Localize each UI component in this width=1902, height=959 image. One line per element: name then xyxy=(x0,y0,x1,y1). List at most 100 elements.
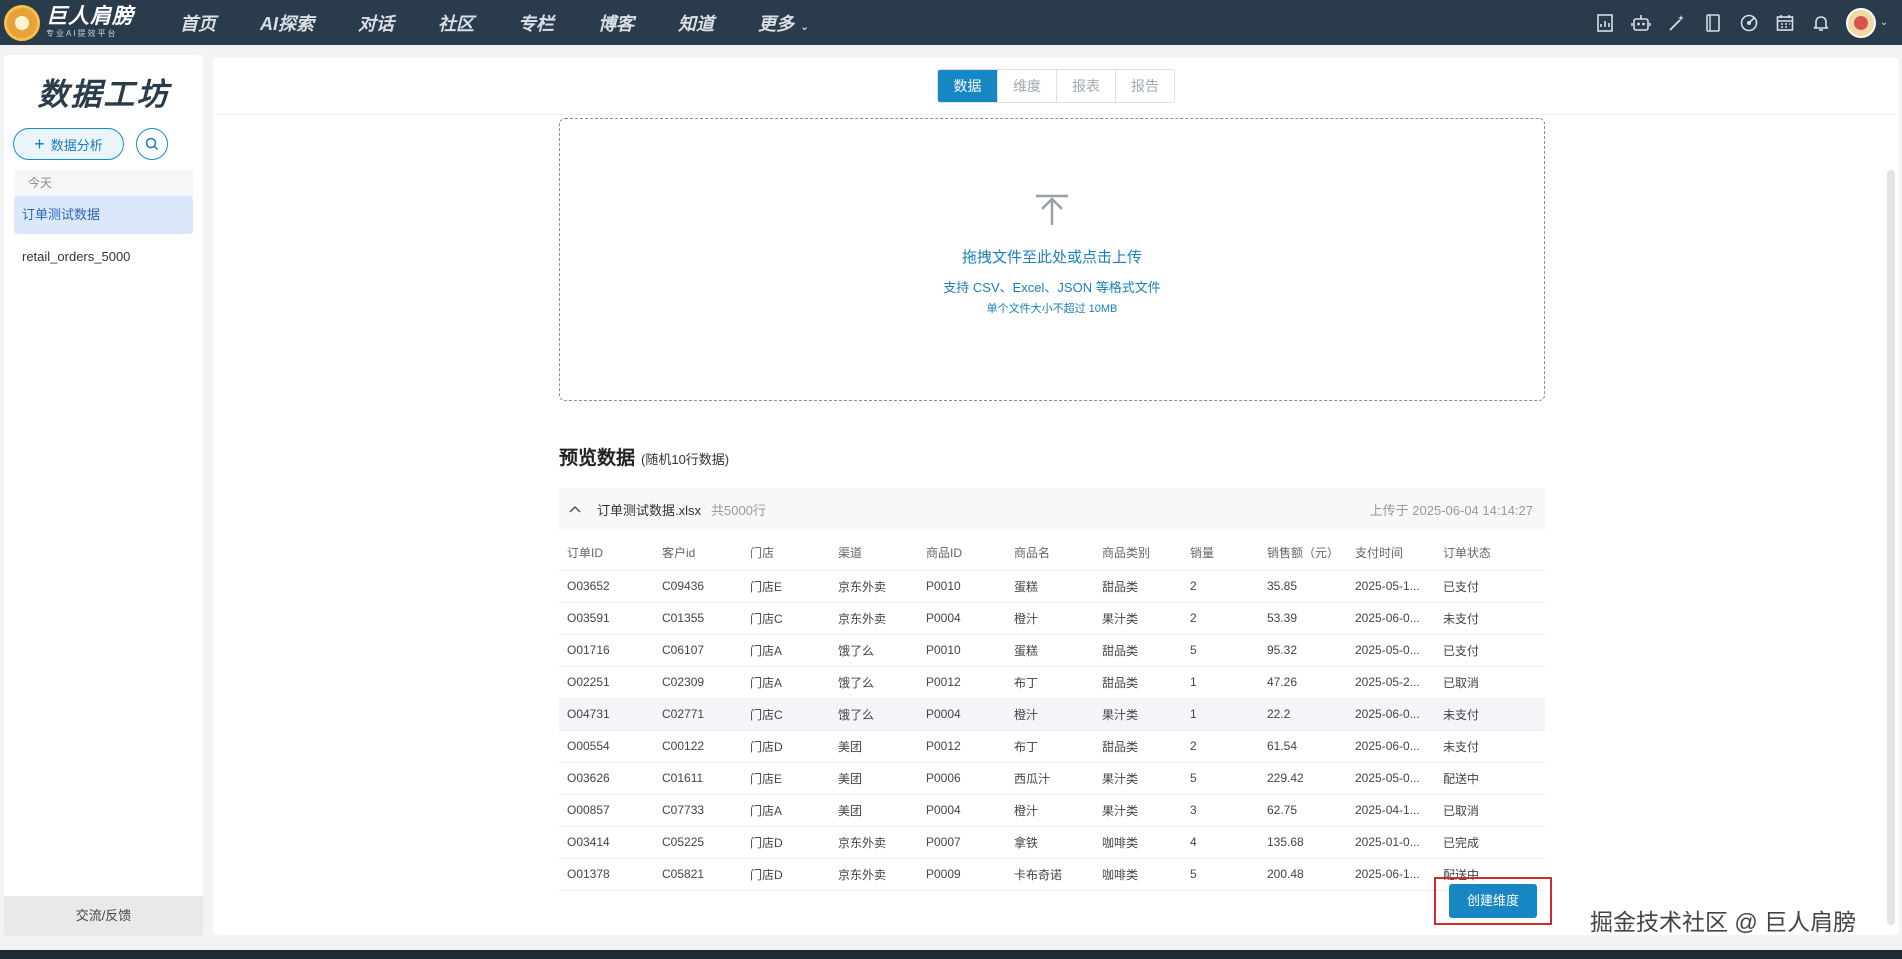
tab-report[interactable]: 报告 xyxy=(1115,70,1174,102)
table-cell: 门店A xyxy=(742,634,830,667)
column-header: 销量 xyxy=(1182,536,1259,571)
bell-icon[interactable] xyxy=(1810,12,1832,34)
table-cell: 3 xyxy=(1182,794,1259,827)
brand-logo[interactable]: 巨人肩膀 专业AI提效平台 xyxy=(0,4,170,41)
table-cell: 橙汁 xyxy=(1006,602,1094,635)
table-row[interactable]: O00554 C00122 门店D 美团 P0012 布丁 甜品类 2 61.54 2025-06… xyxy=(559,730,1545,763)
robot-icon[interactable] xyxy=(1630,12,1652,34)
table-cell: 布丁 xyxy=(1006,666,1094,699)
preview-subtitle: (随机10行数据) xyxy=(641,452,730,467)
table-cell: 甜品类 xyxy=(1094,730,1182,763)
nav-item-6[interactable]: 知道 xyxy=(678,10,714,36)
search-icon xyxy=(145,137,159,151)
table-cell: P0004 xyxy=(918,794,1006,827)
table-cell: 4 xyxy=(1182,826,1259,859)
table-cell: 果汁类 xyxy=(1094,698,1182,731)
table-cell: 西瓜汁 xyxy=(1006,762,1094,795)
nav-item-2[interactable]: 对话 xyxy=(358,10,394,36)
nav-item-more[interactable]: 更多 ⌄ xyxy=(758,10,809,36)
table-cell: P0004 xyxy=(918,602,1006,635)
upload-formats: 支持 CSV、Excel、JSON 等格式文件 xyxy=(943,280,1161,295)
table-cell: 门店D xyxy=(742,730,830,763)
report-icon[interactable] xyxy=(1594,12,1616,34)
table-row[interactable]: O01716 C06107 门店A 饿了么 P0010 蛋糕 甜品类 5 95.32 2025-0… xyxy=(559,634,1545,667)
create-dimension-button[interactable]: 创建维度 xyxy=(1449,884,1537,918)
table-cell: 95.32 xyxy=(1259,634,1347,667)
table-cell: 200.48 xyxy=(1259,858,1347,891)
upload-time: 上传于 2025-06-04 14:14:27 xyxy=(1369,502,1533,518)
file-collapse-header[interactable]: 订单测试数据.xlsx 共5000行 上传于 2025-06-04 14:14:… xyxy=(559,488,1545,530)
table-row[interactable]: O01378 C05821 门店D 京东外卖 P0009 卡布奇诺 咖啡类 5 200.48 20… xyxy=(559,858,1545,891)
table-row[interactable]: O04731 C02771 门店C 饿了么 P0004 橙汁 果汁类 1 22.2 2025-06… xyxy=(559,698,1545,731)
table-cell: 门店E xyxy=(742,762,830,795)
tab-report-table[interactable]: 报表 xyxy=(1056,70,1115,102)
table-cell: O03414 xyxy=(559,826,654,859)
table-row[interactable]: O03626 C01611 门店E 美团 P0006 西瓜汁 果汁类 5 229.42 2025-… xyxy=(559,762,1545,795)
table-cell: 未支付 xyxy=(1435,602,1545,635)
upload-dropzone[interactable]: 拖拽文件至此处或点击上传 支持 CSV、Excel、JSON 等格式文件 单个文… xyxy=(559,118,1545,401)
table-cell: 果汁类 xyxy=(1094,602,1182,635)
table-cell: 蛋糕 xyxy=(1006,634,1094,667)
table-cell: 22.2 xyxy=(1259,698,1347,731)
table-cell: 拿铁 xyxy=(1006,826,1094,859)
tab-data[interactable]: 数据 xyxy=(938,70,997,102)
search-button[interactable] xyxy=(136,128,168,160)
table-cell: O03591 xyxy=(559,602,654,635)
sidebar-item-retail-orders[interactable]: retail_orders_5000 xyxy=(14,238,193,276)
table-cell: 2025-05-0... xyxy=(1347,634,1435,667)
table-cell: C09436 xyxy=(654,570,742,603)
table-cell: 2025-05-2... xyxy=(1347,666,1435,699)
table-cell: O01378 xyxy=(559,858,654,891)
nav-item-3[interactable]: 社区 xyxy=(438,10,474,36)
table-cell: 2025-04-1... xyxy=(1347,794,1435,827)
tab-dimension[interactable]: 维度 xyxy=(997,70,1056,102)
table-cell: C06107 xyxy=(654,634,742,667)
preview-table: 订单ID 客户id 门店 渠道 商品ID 商品名 商品类别 销量 销售额（元） 支付时间 订单状态 … xyxy=(559,536,1545,891)
data-analysis-button[interactable]: + 数据分析 xyxy=(13,128,124,160)
chevron-up-icon[interactable] xyxy=(569,505,589,513)
row-count: 共5000行 xyxy=(711,502,766,518)
nav-item-4[interactable]: 专栏 xyxy=(518,10,554,36)
feedback-button[interactable]: 交流/反馈 xyxy=(4,896,203,936)
table-cell: P0004 xyxy=(918,698,1006,731)
table-cell: 62.75 xyxy=(1259,794,1347,827)
nav-toolbar: ⌄ xyxy=(1580,0,1888,45)
column-header: 商品类别 xyxy=(1094,536,1182,571)
table-cell: 美团 xyxy=(830,730,918,763)
table-cell: 美团 xyxy=(830,794,918,827)
table-cell: 未支付 xyxy=(1435,730,1545,763)
table-cell: 未支付 xyxy=(1435,698,1545,731)
notebook-icon[interactable] xyxy=(1702,12,1724,34)
table-cell: 布丁 xyxy=(1006,730,1094,763)
table-cell: C05225 xyxy=(654,826,742,859)
column-header: 商品ID xyxy=(918,536,1006,571)
table-cell: 门店D xyxy=(742,858,830,891)
table-row[interactable]: O03414 C05225 门店D 京东外卖 P0007 拿铁 咖啡类 4 135.68 2025… xyxy=(559,826,1545,859)
table-header-row: 订单ID 客户id 门店 渠道 商品ID 商品名 商品类别 销量 销售额（元） 支付时间 订单状态 xyxy=(559,536,1545,571)
user-avatar[interactable] xyxy=(1845,7,1876,38)
table-row[interactable]: O03652 C09436 门店E 京东外卖 P0010 蛋糕 甜品类 2 35.85 2025-… xyxy=(559,570,1545,603)
brand-subtitle: 专业AI提效平台 xyxy=(46,29,118,38)
table-cell: P0010 xyxy=(918,634,1006,667)
table-row[interactable]: O03591 C01355 门店C 京东外卖 P0004 橙汁 果汁类 2 53.39 2025-… xyxy=(559,602,1545,635)
scrollbar[interactable] xyxy=(1887,170,1895,925)
nav-item-1[interactable]: AI探索 xyxy=(260,10,314,36)
table-row[interactable]: O02251 C02309 门店A 饿了么 P0012 布丁 甜品类 1 47.26 2025-0… xyxy=(559,666,1545,699)
nav-item-5[interactable]: 博客 xyxy=(598,10,634,36)
column-header: 支付时间 xyxy=(1347,536,1435,571)
sidebar-item-order-test-data[interactable]: 订单测试数据 xyxy=(14,196,193,234)
table-cell: 京东外卖 xyxy=(830,858,918,891)
table-cell: C05821 xyxy=(654,858,742,891)
table-cell: C00122 xyxy=(654,730,742,763)
table-row[interactable]: O00857 C07733 门店A 美团 P0004 橙汁 果汁类 3 62.75 2025-04… xyxy=(559,794,1545,827)
preview-heading: 预览数据 (随机10行数据) xyxy=(559,443,729,470)
calendar-icon[interactable] xyxy=(1774,12,1796,34)
magic-wand-icon[interactable] xyxy=(1666,12,1688,34)
chart-circle-icon[interactable] xyxy=(1738,12,1760,34)
table-cell: 饿了么 xyxy=(830,698,918,731)
plus-icon: + xyxy=(34,134,45,154)
chevron-down-icon[interactable]: ⌄ xyxy=(1880,17,1888,28)
nav-item-0[interactable]: 首页 xyxy=(180,10,216,36)
table-cell: 门店A xyxy=(742,794,830,827)
table-cell: C02309 xyxy=(654,666,742,699)
